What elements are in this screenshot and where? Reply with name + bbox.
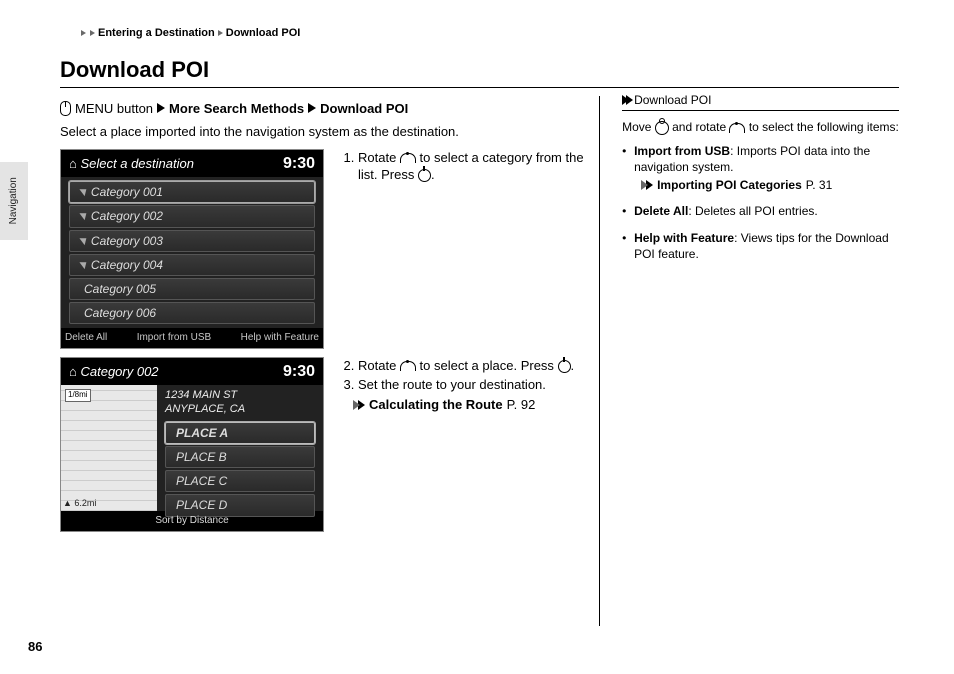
sidebar-item-delete-all: Delete All: Deletes all POI entries. <box>622 203 899 219</box>
press-icon <box>558 360 571 373</box>
chevron-right-icon <box>90 30 95 36</box>
triangle-right-icon <box>308 103 316 113</box>
dial-icon <box>400 153 416 163</box>
sidebar-heading: Download POI <box>622 92 899 111</box>
dial-icon <box>729 123 745 133</box>
triangle-right-icon <box>157 103 165 113</box>
sidebar-item-import: Import from USB: Imports POI data into t… <box>622 143 899 194</box>
page-title: Download POI <box>60 55 899 88</box>
sidebar-item-help: Help with Feature: Views tips for the Do… <box>622 230 899 262</box>
list-item: PLACE D <box>165 494 315 516</box>
press-icon <box>418 169 431 182</box>
list-item: PLACE A <box>165 422 315 444</box>
column-divider <box>599 96 600 626</box>
breadcrumb-entering: Entering a Destination <box>98 26 215 41</box>
joystick-icon <box>655 121 669 135</box>
page-number: 86 <box>28 638 42 656</box>
sidebar-lead: Move and rotate to select the following … <box>622 119 899 135</box>
steps-2-3: Rotate to select a place. Press . Set th… <box>342 357 594 532</box>
breadcrumb: Entering a Destination Download POI <box>80 26 899 41</box>
list-item: Category 006 <box>69 302 315 324</box>
xref-importing-poi: Importing POI Categories P. 31 <box>634 177 899 193</box>
chevron-right-icon <box>218 30 223 36</box>
step-1: Rotate to select a category from the lis… <box>342 149 594 349</box>
link-arrow-icon <box>646 180 653 190</box>
list-item: ◥Category 004 <box>69 254 315 276</box>
list-item: Category 005 <box>69 278 315 300</box>
list-item: PLACE C <box>165 470 315 492</box>
breadcrumb-download-poi: Download POI <box>226 26 301 41</box>
list-item: ◥Category 002 <box>69 205 315 227</box>
dial-icon <box>400 361 416 371</box>
list-item: PLACE B <box>165 446 315 468</box>
chevron-right-icon <box>81 30 86 36</box>
list-item: ◥Category 001 <box>69 181 315 203</box>
menu-path: MENU button More Search Methods Download… <box>60 100 594 118</box>
map-preview: 1/8mi ▲ 6.2mi <box>61 385 157 511</box>
xref-calculating-route: Calculating the Route P. 92 <box>358 396 594 414</box>
link-arrow-icon <box>358 400 365 410</box>
list-item: ◥Category 003 <box>69 230 315 252</box>
screenshot-place-list: ⌂ Category 002 9:30 1/8mi ▲ 6.2mi 1234 M… <box>60 357 324 532</box>
menu-button-icon <box>60 101 71 116</box>
screenshot-category-list: ⌂ Select a destination 9:30 ◥Category 00… <box>60 149 324 349</box>
intro-text: Select a place imported into the navigat… <box>60 123 594 141</box>
side-tab-navigation: Navigation <box>0 162 28 240</box>
